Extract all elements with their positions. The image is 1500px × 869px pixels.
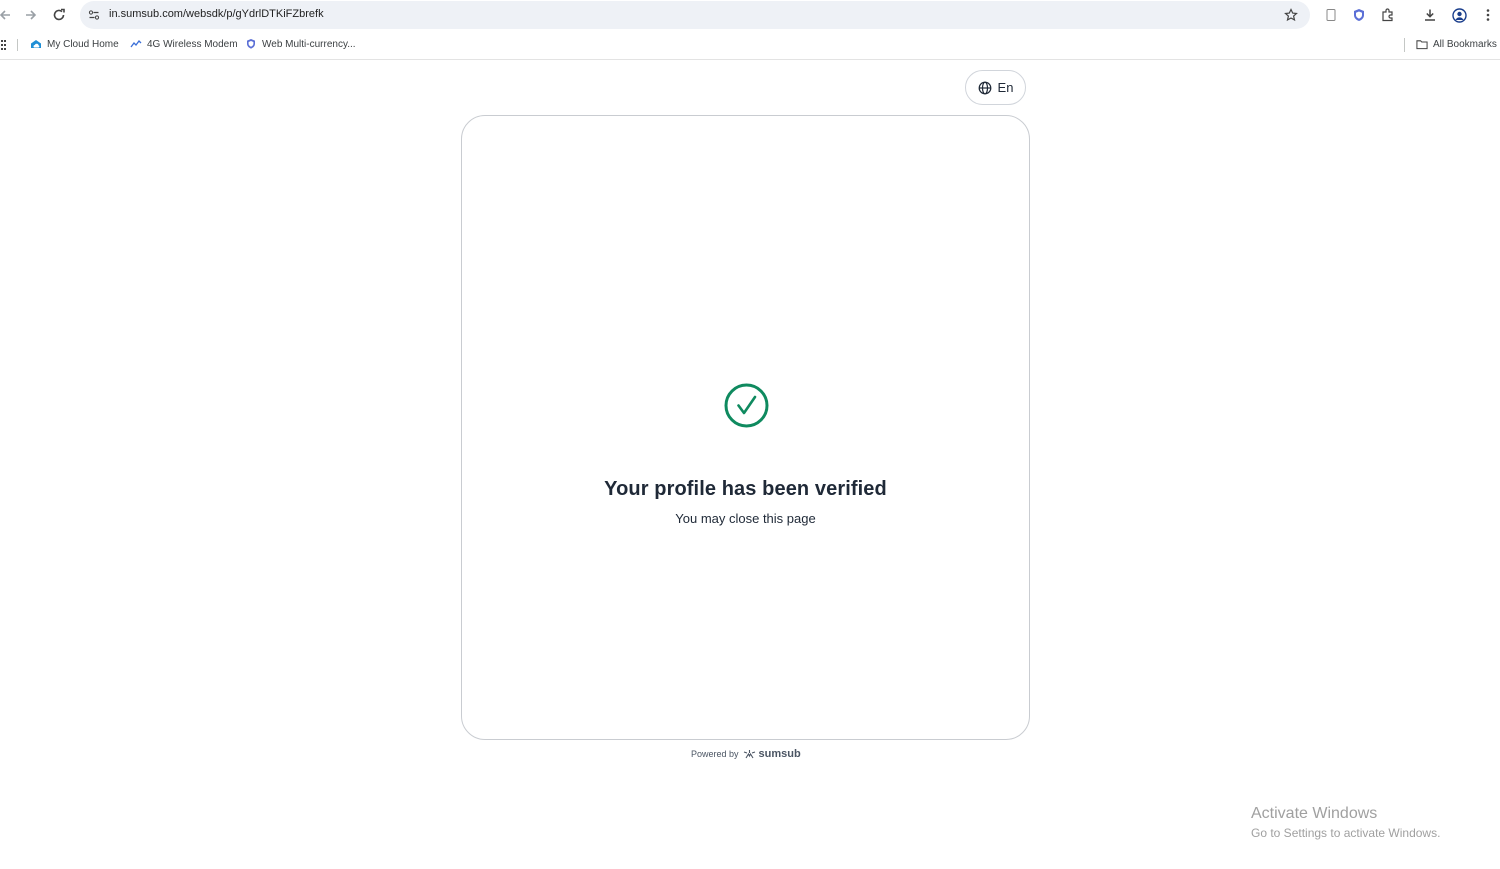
globe-icon [978,81,992,95]
menu-kebab-icon[interactable] [1478,5,1498,25]
apps-icon[interactable] [1,39,7,51]
bookmark-4g-wireless-modem[interactable]: 4G Wireless Modem [130,38,238,50]
reload-icon[interactable] [48,4,70,26]
verification-subtitle: You may close this page [675,511,816,526]
download-icon[interactable] [1420,5,1440,25]
bookmark-star-icon[interactable] [1282,6,1300,24]
forward-icon[interactable] [20,4,42,26]
cloud-icon [30,38,42,50]
back-icon[interactable] [0,4,16,26]
verification-title: Your profile has been verified [604,478,887,500]
extension-shield-icon[interactable] [1349,5,1369,25]
reading-mode-icon[interactable] [1321,5,1341,25]
folder-icon [1416,38,1428,50]
bookmarks-divider [1404,38,1405,52]
extensions-puzzle-icon[interactable] [1378,5,1398,25]
bookmark-my-cloud-home[interactable]: My Cloud Home [30,38,119,50]
url-text[interactable]: in.sumsub.com/websdk/p/gYdrlDTKiFZbrefk [109,8,324,20]
all-bookmarks-button[interactable]: All Bookmarks [1416,38,1497,50]
modem-icon [130,38,142,50]
profile-icon[interactable] [1449,5,1469,25]
address-bar[interactable]: in.sumsub.com/websdk/p/gYdrlDTKiFZbrefk [80,1,1310,29]
all-bookmarks-label: All Bookmarks [1433,38,1497,50]
bookmarks-divider [17,39,18,51]
bookmark-label: Web Multi-currency... [262,38,356,50]
verification-card: Your profile has been verified You may c… [461,115,1030,740]
bookmark-label: 4G Wireless Modem [147,38,238,50]
check-circle-icon [724,383,769,428]
bookmark-web-multi-currency[interactable]: Web Multi-currency... [245,38,356,50]
language-selector-button[interactable]: En [965,70,1026,105]
language-label: En [997,80,1014,95]
sumsub-brand: sumsub [758,748,801,760]
activate-windows-watermark: Activate Windows Go to Settings to activ… [1251,805,1440,840]
powered-by-footer[interactable]: Powered by sumsub [691,748,801,760]
watermark-title: Activate Windows [1251,805,1378,822]
shield-icon [245,38,257,50]
watermark-subtitle: Go to Settings to activate Windows. [1251,826,1441,840]
bookmark-label: My Cloud Home [47,38,119,50]
site-info-icon[interactable] [86,7,102,23]
powered-by-label: Powered by [691,749,739,759]
sumsub-logo-icon [743,749,756,759]
bookmarks-bar: My Cloud Home 4G Wireless Modem Web Mult… [0,30,1500,60]
browser-toolbar: in.sumsub.com/websdk/p/gYdrlDTKiFZbrefk [0,0,1500,30]
